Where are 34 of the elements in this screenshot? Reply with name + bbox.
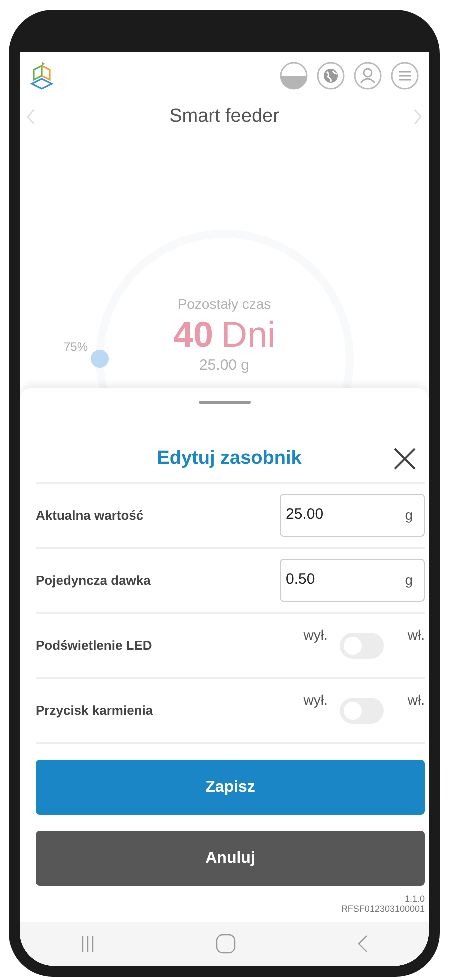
- menu-icon[interactable]: [391, 62, 419, 90]
- percent-label: 75%: [64, 339, 88, 356]
- remaining-time-caption: Pozostały czas: [178, 295, 272, 314]
- chevron-right-icon[interactable]: [412, 109, 423, 125]
- days-value: 40: [173, 315, 214, 355]
- chevron-left-icon[interactable]: [26, 109, 36, 125]
- off-label: wył.: [304, 690, 328, 710]
- on-label: wł.: [408, 626, 425, 644]
- fill-level-icon[interactable]: [280, 62, 308, 90]
- setting-label: Podświetlenie LED: [36, 636, 152, 655]
- gauge-handle[interactable]: [91, 350, 109, 368]
- field-label: Aktualna wartość: [36, 506, 144, 525]
- sheet-title: Edytuj zasobnik: [157, 448, 302, 469]
- close-icon[interactable]: [393, 447, 417, 471]
- off-label: wył.: [304, 626, 328, 645]
- page-title: Smart feeder: [170, 104, 280, 129]
- recent-apps-icon[interactable]: [80, 936, 94, 952]
- serial-number: RFSF012303100001: [341, 904, 425, 914]
- number-input[interactable]: 25.00 g: [280, 494, 425, 537]
- back-icon[interactable]: [356, 935, 368, 953]
- drag-handle[interactable]: [198, 401, 250, 404]
- days-unit: Dni: [222, 315, 276, 355]
- number-input[interactable]: 0.50 g: [280, 559, 425, 602]
- cancel-button[interactable]: Anuluj: [36, 831, 425, 886]
- amount-value: 25.00 g: [199, 356, 250, 376]
- globe-icon[interactable]: [317, 62, 345, 90]
- version-text: 1.1.0: [404, 894, 425, 904]
- user-icon[interactable]: [354, 62, 382, 90]
- on-label: wł.: [408, 690, 425, 710]
- home-icon[interactable]: [216, 934, 236, 954]
- field-label: Pojedyncza dawka: [36, 572, 151, 590]
- save-button[interactable]: Zapisz: [36, 760, 425, 815]
- setting-label: Przycisk karmienia: [36, 702, 154, 720]
- logo-icon: [30, 62, 54, 90]
